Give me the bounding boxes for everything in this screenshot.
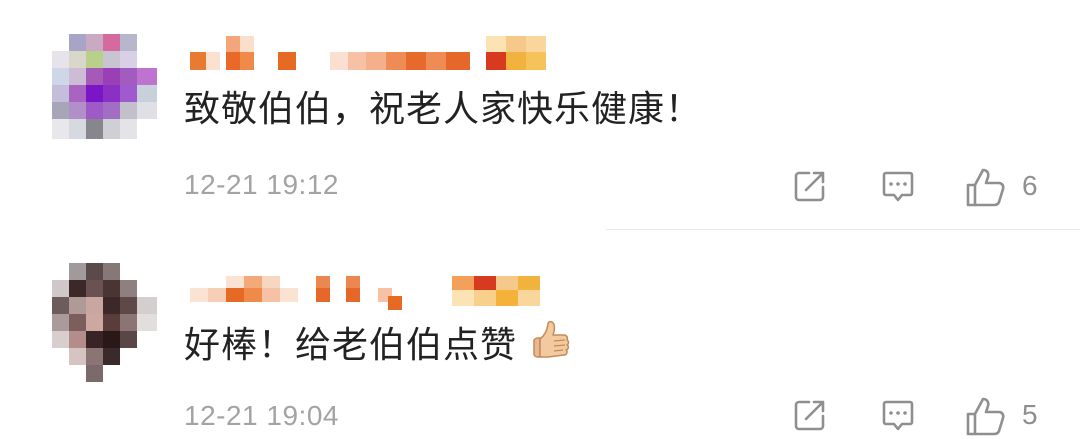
reply-button[interactable] — [878, 395, 922, 439]
comment-actions: 5 — [790, 395, 1060, 439]
comment-text: 好棒！给老伯伯点赞 — [184, 319, 573, 368]
like-count: 6 — [1022, 170, 1038, 201]
avatar[interactable] — [52, 263, 157, 383]
like-button[interactable]: 6 — [964, 166, 1054, 210]
reply-icon — [882, 171, 914, 202]
username-mosaic-image — [190, 276, 540, 310]
reply-icon — [882, 400, 914, 431]
comment-text-content: 好棒！给老伯伯点赞 — [184, 325, 518, 366]
like-button[interactable]: 5 — [964, 395, 1054, 439]
like-count: 5 — [1022, 399, 1038, 430]
comment-text-content: 致敬伯伯，祝老人家快乐健康！ — [184, 89, 703, 130]
username-mosaic-image — [190, 36, 546, 70]
share-button[interactable] — [790, 166, 834, 210]
like-icon — [966, 168, 1005, 207]
comment-timestamp: 12-21 19:04 — [184, 400, 339, 431]
comment-item: 致敬伯伯，祝老人家快乐健康！ 12-21 19:12 6 — [0, 0, 1080, 229]
like-icon — [966, 397, 1005, 436]
username-obscured[interactable] — [190, 34, 560, 70]
share-icon — [794, 400, 825, 431]
share-icon — [794, 171, 825, 202]
comment-timestamp: 12-21 19:12 — [184, 169, 339, 200]
comment-text: 致敬伯伯，祝老人家快乐健康！ — [184, 88, 702, 132]
avatar[interactable] — [52, 34, 157, 139]
reply-button[interactable] — [878, 166, 922, 210]
avatar-pixelated-image — [52, 34, 157, 139]
comment-actions: 6 — [790, 166, 1060, 210]
username-obscured[interactable] — [190, 274, 560, 310]
comment-item: 好棒！给老伯伯点赞 12-21 19:04 5 — [0, 230, 1080, 436]
avatar-pixelated-image — [52, 263, 157, 383]
thumbs-up-emoji — [527, 319, 573, 365]
share-button[interactable] — [790, 395, 834, 439]
